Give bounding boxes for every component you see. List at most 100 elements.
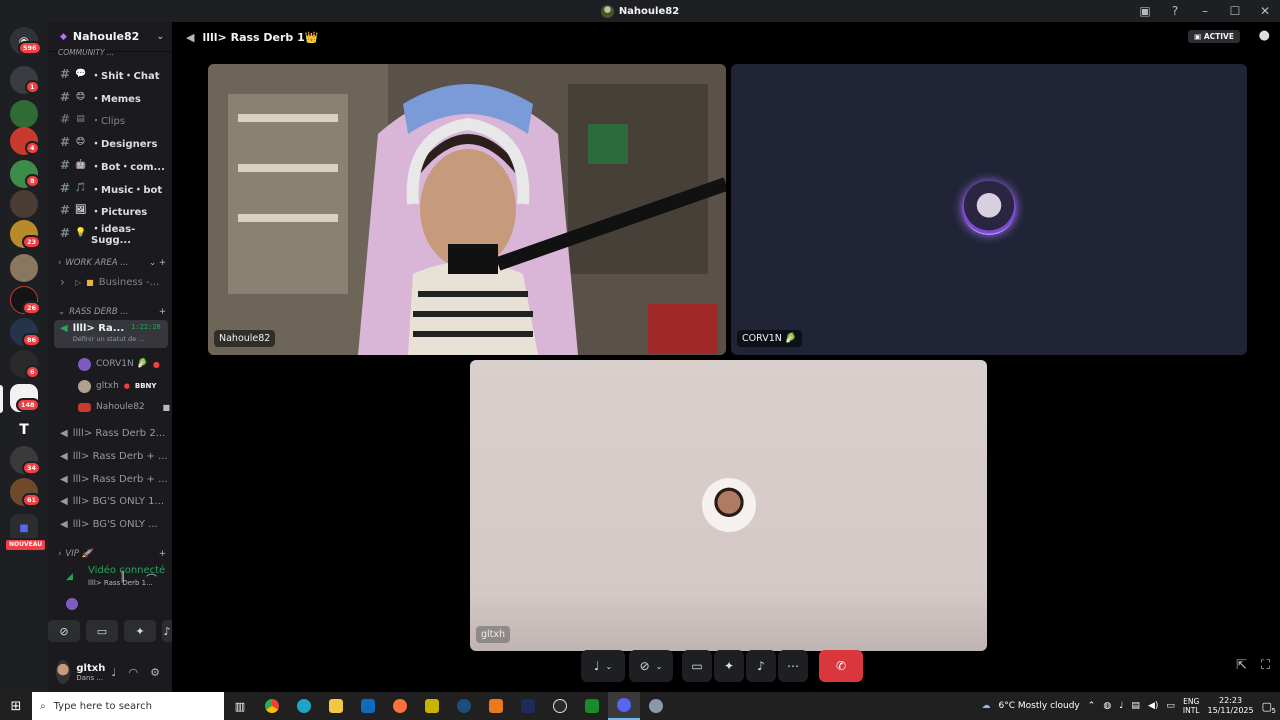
activities-button[interactable]: ✦ <box>124 620 156 642</box>
noise-suppression-icon[interactable]: ║ <box>120 572 126 583</box>
channel-emoji: 🤖 <box>75 160 87 170</box>
chevron-down-icon: ⌄ <box>605 661 613 671</box>
channel-designers[interactable]: # 😊 ・Designers <box>54 132 168 152</box>
notes-app[interactable] <box>416 692 448 720</box>
microphone-button[interactable]: ♩ ⌄ <box>581 650 625 682</box>
headphones-icon[interactable]: ◠ <box>129 666 139 679</box>
category-label: COMMUNITY ... <box>58 48 115 57</box>
channel-bot-commands[interactable]: # 🤖 ・Bot・com... <box>54 155 168 175</box>
activities-button[interactable]: ✦ <box>714 650 744 682</box>
add-channel-icon[interactable]: ⌄ + <box>149 258 166 268</box>
wifi-icon[interactable]: ▤ <box>1131 701 1140 711</box>
steam-app[interactable] <box>448 692 480 720</box>
fullscreen-icon[interactable]: ⛶ <box>1261 658 1270 673</box>
voice-member-corv1n[interactable]: CORV1N 🥬 ● <box>78 355 170 373</box>
help-icon[interactable]: ? <box>1160 0 1190 22</box>
disconnect-icon[interactable]: ⌒ <box>146 571 157 587</box>
add-channel-icon[interactable]: + <box>159 549 166 559</box>
discord-app[interactable] <box>608 692 640 720</box>
close-button[interactable]: ✕ <box>1250 0 1280 22</box>
camera-off-icon: ⊘ <box>639 659 650 673</box>
category-vip[interactable]: › VIP 🚀 + <box>58 549 166 559</box>
language-indicator[interactable]: ENG INTL <box>1183 697 1200 715</box>
camera-button[interactable]: ⊘ ⌄ <box>629 650 673 682</box>
microphone-tray-icon[interactable]: ♩ <box>1119 701 1123 711</box>
camera-off-button[interactable]: ⊘ <box>48 620 80 642</box>
user-panel[interactable]: gltxh Dans ... ♩ ◠ ⚙ <box>48 652 172 692</box>
voice-channel-4[interactable]: ◀ lll> Rass Derb + ... <box>54 469 168 489</box>
voice-connection-panel: ◢ Vidéo connecté llll> Rass Derb 1... ║ … <box>48 560 172 692</box>
taskbar-search[interactable]: ⌕ Type here to search <box>32 692 224 720</box>
clock[interactable]: 22:23 15/11/2025 <box>1207 696 1253 716</box>
inbox-icon[interactable]: ▣ <box>1130 0 1160 22</box>
category-label: RASS DERB ... <box>69 307 129 317</box>
more-options-button[interactable]: ⋯ <box>778 650 808 682</box>
server-badge: 4 <box>25 141 40 155</box>
voice-channel-3[interactable]: ◀ lll> Rass Derb + ... <box>54 446 168 466</box>
chevron-down-icon: ⌄ <box>156 31 164 42</box>
voice-channel-2[interactable]: ◀ llll> Rass Derb 2... <box>54 423 168 443</box>
screen-share-button[interactable]: ▭ <box>682 650 712 682</box>
popout-icon[interactable]: ⇱ <box>1236 658 1247 673</box>
volume-icon[interactable]: ◀) <box>1148 701 1158 711</box>
illustrator-app[interactable] <box>480 692 512 720</box>
server-icon-7[interactable] <box>10 254 38 282</box>
microphone-icon[interactable]: ♩ <box>111 666 116 679</box>
video-tile-nahoule82[interactable]: Nahoule82 <box>208 64 726 355</box>
weather-text[interactable]: 6°C Mostly cloudy <box>999 701 1080 711</box>
disconnect-button[interactable]: ✆ <box>819 650 863 682</box>
video-tile-gltxh[interactable]: gltxh <box>470 360 987 651</box>
activities-badge[interactable]: ▣ ACTIVE <box>1188 30 1240 43</box>
call-controls: ♩ ⌄ ⊘ ⌄ ▭ ✦ ♪ ⋯ ✆ <box>581 650 865 684</box>
video-tile-corv1n[interactable]: CORV1N 🥬 <box>731 64 1247 355</box>
voice-status-input[interactable]: Définir un statut de ... <box>73 335 161 343</box>
voice-member-nahoule82[interactable]: Nahoule82 ■ <box>78 398 170 416</box>
chevron-up-icon[interactable]: ⌃ <box>1088 701 1096 711</box>
chrome-app[interactable] <box>256 692 288 720</box>
obs-app[interactable] <box>544 692 576 720</box>
channel-music-bot[interactable]: # 🎵 ・Music・bot <box>54 178 168 198</box>
video-camera-icon: ■ <box>162 402 170 412</box>
edge-app[interactable] <box>288 692 320 720</box>
server-icon-12[interactable]: T <box>10 416 38 444</box>
game-app[interactable] <box>512 692 544 720</box>
channel-clips[interactable]: # ▤ ・Clips <box>54 109 168 129</box>
category-rass-derb[interactable]: ⌄ RASS DERB ... + <box>58 307 166 317</box>
category-community[interactable]: COMMUNITY ... <box>58 48 166 57</box>
task-view-button[interactable]: ▥ <box>224 692 256 720</box>
member-name: CORV1N 🥬 <box>96 359 148 369</box>
channel-ideas[interactable]: # 💡 ・ideas-Sugg... <box>54 223 168 246</box>
voice-channel-5[interactable]: ◀ lll> BG'S ONLY 1... <box>54 491 168 511</box>
channel-memes[interactable]: # 😊 ・Memes <box>54 87 168 107</box>
server-icon-2[interactable] <box>10 100 38 128</box>
server-icon-5[interactable] <box>10 190 38 218</box>
outlook-app[interactable] <box>352 692 384 720</box>
channel-label: ・Clips <box>91 115 126 127</box>
minimize-button[interactable]: – <box>1190 0 1220 22</box>
category-work-area[interactable]: › WORK AREA ... ⌄ + <box>58 258 166 268</box>
file-explorer-app[interactable] <box>320 692 352 720</box>
firefox-app[interactable] <box>384 692 416 720</box>
channel-emoji: 🎵 <box>75 183 87 193</box>
voice-member-gltxh[interactable]: gltxh ● BBNY <box>78 377 170 395</box>
soundboard-button[interactable]: ♪ <box>746 650 776 682</box>
notifications-icon[interactable]: ▢ 5 <box>1262 700 1276 715</box>
network-icon[interactable]: ◍ <box>1103 701 1111 711</box>
voice-channel-active[interactable]: ◀ llll> Ra... 1:22:28 Définir un statut … <box>54 320 168 348</box>
add-channel-icon[interactable]: + <box>159 307 166 317</box>
channel-shit-chat[interactable]: # 💬 ・Shit・Chat <box>54 64 168 84</box>
channel-pictures[interactable]: # 🖼 ・Pictures <box>54 200 168 220</box>
chat-bubble-icon[interactable]: ● <box>1259 28 1270 43</box>
voice-channel-6[interactable]: ◀ lll> BG'S ONLY ... <box>54 514 168 534</box>
search-placeholder: Type here to search <box>53 700 152 712</box>
channel-business[interactable]: › ▷ ■ Business -... <box>54 272 168 292</box>
battery-icon[interactable]: ▭ <box>1166 701 1175 711</box>
soundboard-button[interactable]: ♪ <box>162 620 172 642</box>
screen-share-button[interactable]: ▭ <box>86 620 118 642</box>
start-button[interactable]: ⊞ <box>0 692 32 720</box>
terminal-app[interactable] <box>576 692 608 720</box>
windows-taskbar: ⊞ ⌕ Type here to search ▥ ☁ 6°C Mostly c… <box>0 692 1280 720</box>
maximize-button[interactable]: ☐ <box>1220 0 1250 22</box>
vpn-app[interactable] <box>640 692 672 720</box>
gear-icon[interactable]: ⚙ <box>150 666 160 679</box>
